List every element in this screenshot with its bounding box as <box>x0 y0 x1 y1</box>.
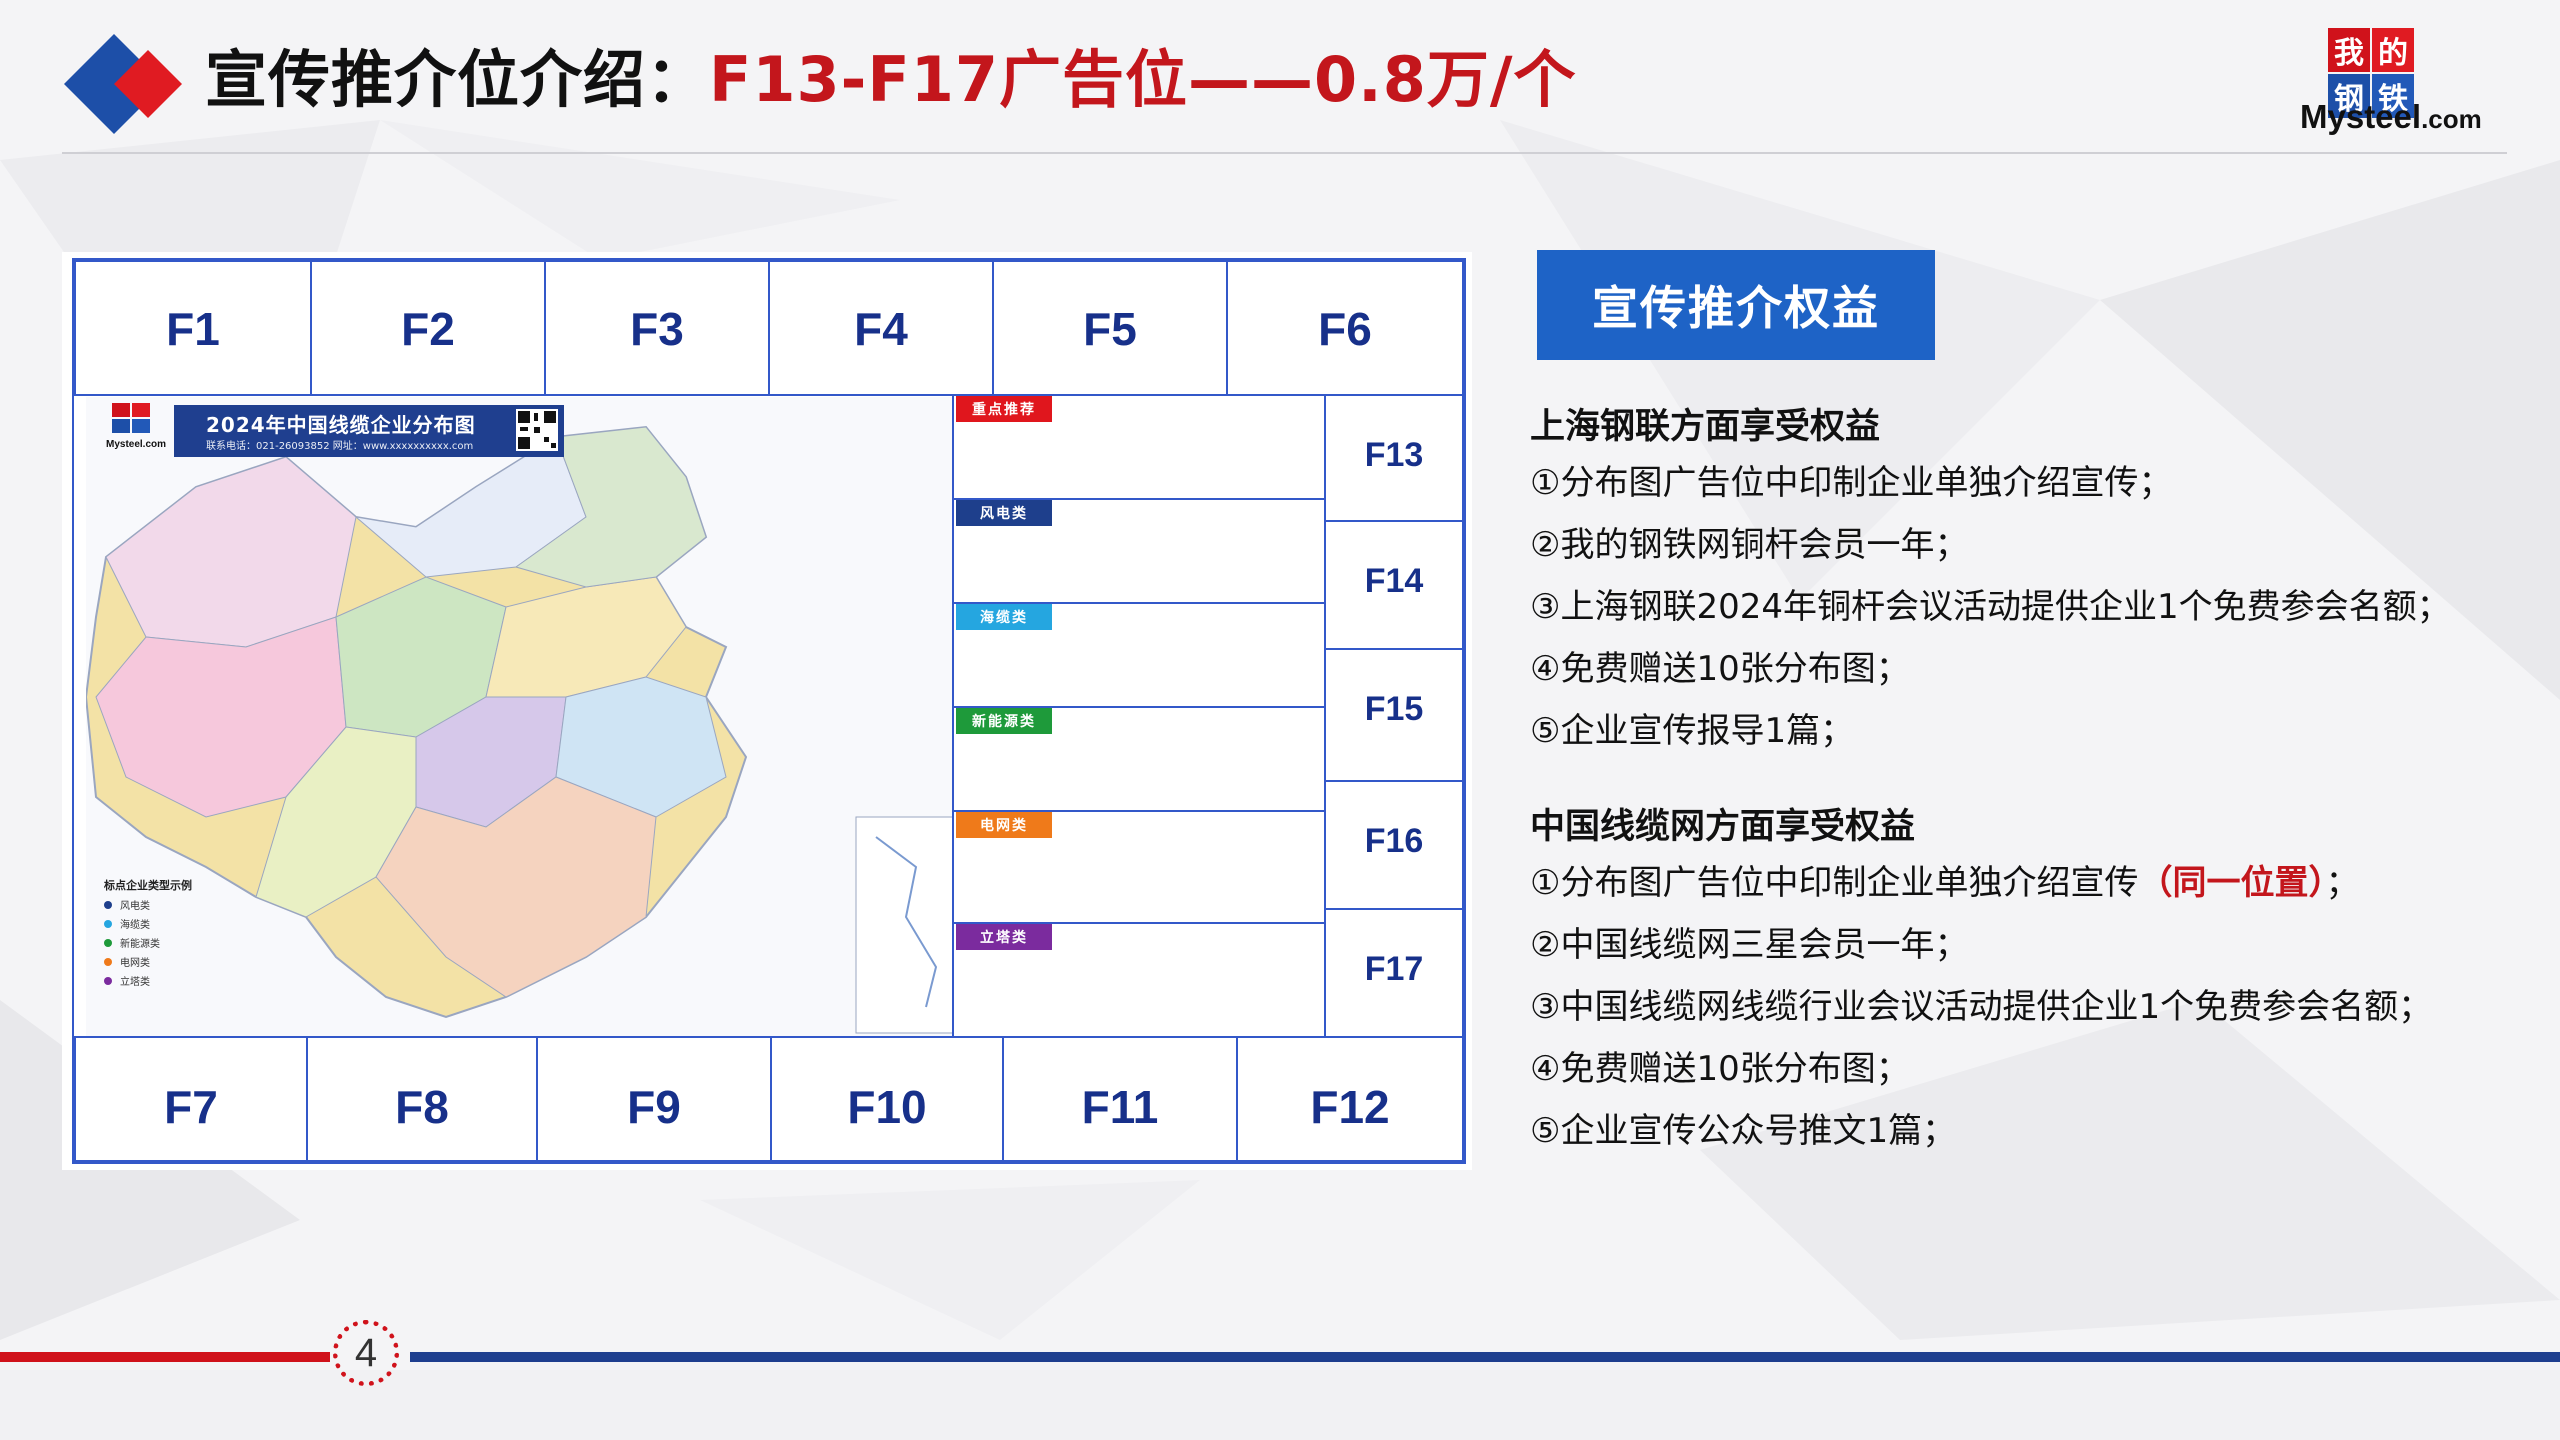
category-tag: 风电类 <box>956 500 1052 526</box>
ad-slot-f10: F10 <box>770 1036 1004 1162</box>
slot-label: F15 <box>1364 690 1424 728</box>
logo-char: 的 <box>2372 28 2414 72</box>
ad-slot-f16: F16 <box>1324 780 1464 910</box>
ad-slot-f3: F3 <box>544 260 770 396</box>
benefit-item: ④免费赠送10张分布图； <box>1530 649 1910 689</box>
ad-slot-f9: F9 <box>536 1036 772 1162</box>
ad-slot-f15: F15 <box>1324 648 1464 782</box>
map-title: 2024年中国线缆企业分布图 <box>206 413 476 437</box>
title-accent: F13-F17广告位——0.8万/个 <box>709 43 1577 116</box>
ad-slot-f14: F14 <box>1324 520 1464 650</box>
benefit-text: ①分布图广告位中印制企业单独介绍宣传 <box>1530 863 2139 903</box>
category-tag: 立塔类 <box>956 924 1052 950</box>
slot-label: F12 <box>1310 1081 1390 1133</box>
benefit-item: ②我的钢铁网铜杆会员一年； <box>1530 525 1969 565</box>
slot-label: F10 <box>847 1081 927 1133</box>
ad-slot-f11: F11 <box>1002 1036 1238 1162</box>
slot-label: F1 <box>166 303 220 355</box>
category-slot-featured: 重点推荐 <box>952 394 1326 500</box>
benefit-item: ③中国线缆网线缆行业会议活动提供企业1个免费参会名额； <box>1530 987 2433 1027</box>
slot-label: F17 <box>1364 950 1424 988</box>
footer-bar-blue <box>410 1352 2560 1362</box>
benefit-highlight: （同一位置） <box>2138 863 2326 903</box>
ad-grid-frame: F1 F2 F3 F4 F5 F6 Mysteel.com 2024年中国线缆企… <box>72 258 1466 1164</box>
slot-label: F14 <box>1364 562 1424 600</box>
category-tag: 电网类 <box>956 812 1052 838</box>
mysteel-logo: 我 的 钢 铁 Mysteel.com <box>2300 28 2505 140</box>
benefit-item: ②中国线缆网三星会员一年； <box>1530 925 1969 965</box>
legend-item: 电网类 <box>104 954 254 969</box>
slot-label: F3 <box>630 303 684 355</box>
category-tag: 海缆类 <box>956 604 1052 630</box>
category-slot-wind: 风电类 <box>952 498 1326 604</box>
legend-label: 风电类 <box>120 901 150 912</box>
logo-char: 我 <box>2328 28 2370 72</box>
slot-label: F11 <box>1081 1081 1159 1133</box>
legend-label: 海缆类 <box>120 920 150 931</box>
map-legend: 标点企业类型示例 风电类 海缆类 新能源类 电网类 立塔类 <box>104 877 254 988</box>
ad-slot-f4: F4 <box>768 260 994 396</box>
benefit-item: ⑤企业宣传公众号推文1篇； <box>1530 1111 1957 1151</box>
slot-label: F9 <box>627 1081 681 1133</box>
logo-domain: .com <box>2421 104 2482 134</box>
benefits-list: 上海钢联方面享受权益 ①分布图广告位中印制企业单独介绍宣传； ②我的钢铁网铜杆会… <box>1530 402 2530 1162</box>
benefit-tail: ； <box>2325 863 2360 903</box>
benefit-item: ⑤企业宣传报导1篇； <box>1530 711 1855 751</box>
map-logo-icon: Mysteel.com <box>106 403 166 453</box>
legend-label: 新能源类 <box>120 939 160 950</box>
slot-label: F2 <box>401 303 455 355</box>
legend-item: 风电类 <box>104 897 254 912</box>
slot-label: F16 <box>1364 822 1424 860</box>
category-slot-cable: 海缆类 <box>952 602 1326 708</box>
title-diamond-icon <box>62 32 192 136</box>
legend-title: 标点企业类型示例 <box>104 879 192 892</box>
legend-label: 电网类 <box>120 958 150 969</box>
ad-slot-f5: F5 <box>992 260 1228 396</box>
category-tag: 新能源类 <box>956 708 1052 734</box>
legend-item: 海缆类 <box>104 916 254 931</box>
benefit-item: ①分布图广告位中印制企业单独介绍宣传（同一位置）； <box>1530 852 2530 914</box>
ad-slot-f7: F7 <box>74 1036 308 1162</box>
legend-item: 新能源类 <box>104 935 254 950</box>
ad-slot-f1: F1 <box>74 260 312 396</box>
benefit-item: ③上海钢联2024年铜杆会议活动提供企业1个免费参会名额； <box>1530 587 2451 627</box>
category-slot-grid: 电网类 <box>952 810 1326 924</box>
map-title-banner: 2024年中国线缆企业分布图 联系电话：021-26093852 网址：www.… <box>174 405 564 457</box>
ad-slot-f12: F12 <box>1236 1036 1464 1162</box>
ad-slot-f17: F17 <box>1324 908 1464 1038</box>
section-title-cable: 中国线缆网方面享受权益 <box>1530 807 1916 847</box>
china-map: Mysteel.com 2024年中国线缆企业分布图 联系电话：021-2609… <box>84 397 964 1037</box>
legend-item: 立塔类 <box>104 973 254 988</box>
page-number: 4 <box>333 1320 399 1386</box>
benefit-item: ④免费赠送10张分布图； <box>1530 1049 1910 1089</box>
qr-code-icon <box>516 409 558 451</box>
logo-brand: Mysteel <box>2300 98 2422 135</box>
ad-slot-f6: F6 <box>1226 260 1464 396</box>
title-main: 宣传推介位介绍： <box>205 43 710 116</box>
slot-label: F8 <box>395 1081 449 1133</box>
category-tag: 重点推荐 <box>956 396 1052 422</box>
map-logo-text: Mysteel.com <box>106 439 166 450</box>
slot-label: F7 <box>164 1081 218 1133</box>
slot-label: F6 <box>1318 303 1372 355</box>
map-contact: 联系电话：021-26093852 网址：www.xxxxxxxxxx.com <box>206 441 474 452</box>
benefits-badge: 宣传推介权益 <box>1537 250 1935 360</box>
footer-bar-red <box>0 1352 330 1362</box>
slot-label: F13 <box>1364 436 1424 474</box>
slot-label: F4 <box>854 303 908 355</box>
header-divider <box>62 152 2507 154</box>
ad-slot-f13: F13 <box>1324 394 1464 522</box>
legend-label: 立塔类 <box>120 977 150 988</box>
slot-label: F5 <box>1083 303 1137 355</box>
benefit-item: ①分布图广告位中印制企业单独介绍宣传； <box>1530 463 2173 503</box>
page-title: 宣传推介位介绍：F13-F17广告位——0.8万/个 <box>205 40 1577 120</box>
section-title-mysteel: 上海钢联方面享受权益 <box>1530 407 1881 447</box>
ad-slot-f8: F8 <box>306 1036 538 1162</box>
ad-layout-panel: F1 F2 F3 F4 F5 F6 Mysteel.com 2024年中国线缆企… <box>62 252 1472 1170</box>
category-slot-tower: 立塔类 <box>952 922 1326 1038</box>
ad-slot-f2: F2 <box>310 260 546 396</box>
category-slot-newenergy: 新能源类 <box>952 706 1326 812</box>
